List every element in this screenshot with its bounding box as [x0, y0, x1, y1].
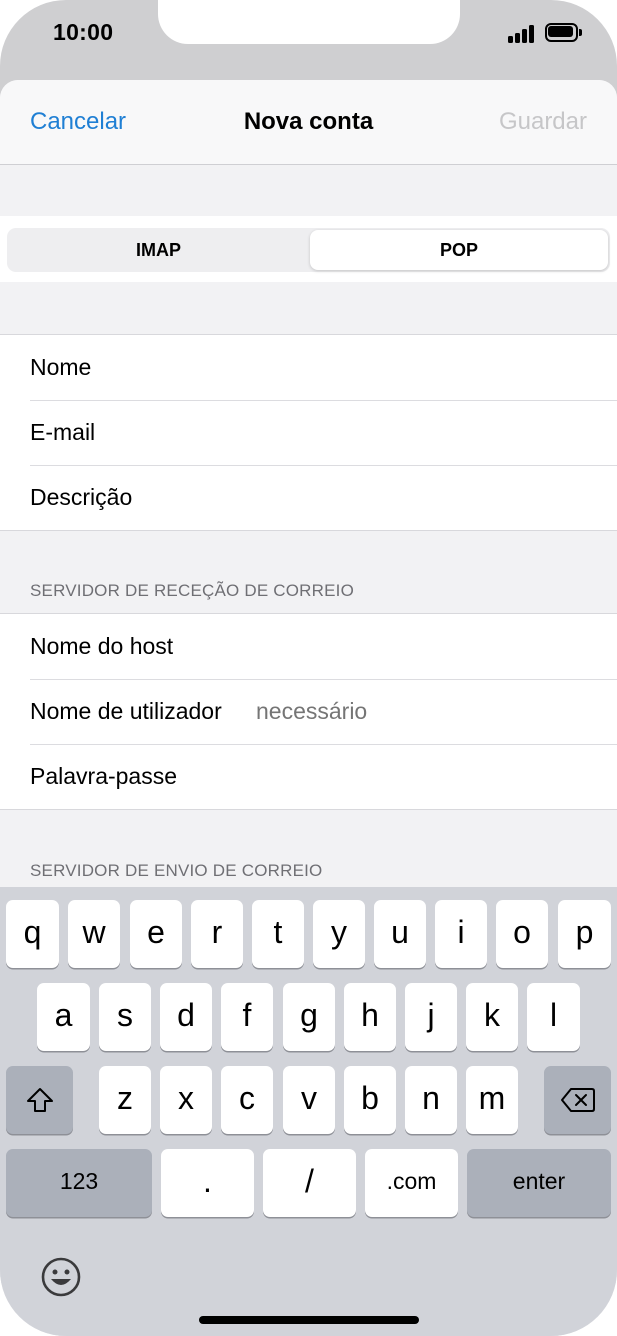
- key-l[interactable]: l: [527, 983, 580, 1051]
- hostname-row[interactable]: Nome do host: [0, 614, 617, 679]
- key-o[interactable]: o: [496, 900, 548, 968]
- battery-icon: [545, 23, 582, 42]
- key-x[interactable]: x: [160, 1066, 212, 1134]
- key-w[interactable]: w: [68, 900, 120, 968]
- email-label: E-mail: [30, 419, 96, 445]
- key-h[interactable]: h: [344, 983, 396, 1051]
- keyboard: q w e r t y u i o p a s d f g h j k l z …: [0, 887, 617, 1336]
- numbers-key[interactable]: 123: [6, 1149, 152, 1217]
- shift-key[interactable]: [6, 1066, 73, 1134]
- key-q[interactable]: q: [6, 900, 59, 968]
- dot-key[interactable]: .: [161, 1149, 254, 1217]
- password-row[interactable]: Palavra-passe: [0, 744, 617, 809]
- segment-imap[interactable]: IMAP: [9, 230, 308, 270]
- notch: [158, 0, 460, 44]
- protocol-segmented-control: IMAP POP: [7, 228, 610, 272]
- key-n[interactable]: n: [405, 1066, 457, 1134]
- key-e[interactable]: e: [130, 900, 182, 968]
- key-y[interactable]: y: [313, 900, 365, 968]
- shift-icon: [26, 1088, 53, 1112]
- key-z[interactable]: z: [99, 1066, 151, 1134]
- enter-key[interactable]: enter: [467, 1149, 611, 1217]
- save-button[interactable]: Guardar: [499, 108, 587, 136]
- home-indicator[interactable]: [199, 1316, 419, 1324]
- name-label: Nome: [30, 354, 92, 380]
- key-f[interactable]: f: [221, 983, 273, 1051]
- key-m[interactable]: m: [466, 1066, 518, 1134]
- key-a[interactable]: a: [37, 983, 90, 1051]
- dotcom-key[interactable]: .com: [365, 1149, 458, 1217]
- slash-key[interactable]: /: [263, 1149, 356, 1217]
- backspace-key[interactable]: [544, 1066, 611, 1134]
- key-t[interactable]: t: [252, 900, 304, 968]
- username-input[interactable]: [256, 698, 586, 725]
- key-c[interactable]: c: [221, 1066, 273, 1134]
- key-u[interactable]: u: [374, 900, 426, 968]
- emoji-icon[interactable]: [40, 1256, 82, 1298]
- key-d[interactable]: d: [160, 983, 212, 1051]
- nav-bar: Cancelar Nova conta Guardar: [0, 80, 617, 165]
- incoming-server-group: Nome do host Nome de utilizador Palavra-…: [0, 613, 617, 810]
- hostname-label: Nome do host: [30, 633, 174, 659]
- username-row[interactable]: Nome de utilizador: [0, 679, 617, 744]
- key-r[interactable]: r: [191, 900, 243, 968]
- email-row[interactable]: E-mail: [0, 400, 617, 465]
- outgoing-server-header: SERVIDOR DE ENVIO DE CORREIO: [30, 861, 323, 880]
- status-time: 10:00: [53, 19, 114, 45]
- key-j[interactable]: j: [405, 983, 457, 1051]
- signal-icon: [508, 25, 538, 43]
- phone-frame: 10:00 Cancelar Nova conta Guardar IMAP P…: [0, 0, 617, 1336]
- key-i[interactable]: i: [435, 900, 487, 968]
- description-row[interactable]: Descrição: [0, 465, 617, 530]
- key-s[interactable]: s: [99, 983, 151, 1051]
- name-row[interactable]: Nome: [0, 335, 617, 400]
- username-label: Nome de utilizador: [30, 698, 222, 724]
- backspace-icon: [560, 1088, 595, 1112]
- incoming-server-header: SERVIDOR DE RECEÇÃO DE CORREIO: [30, 581, 355, 600]
- key-v[interactable]: v: [283, 1066, 335, 1134]
- key-k[interactable]: k: [466, 983, 518, 1051]
- password-label: Palavra-passe: [30, 763, 178, 789]
- segment-pop[interactable]: POP: [310, 230, 608, 270]
- description-label: Descrição: [30, 484, 133, 510]
- key-b[interactable]: b: [344, 1066, 396, 1134]
- screen: 10:00 Cancelar Nova conta Guardar IMAP P…: [0, 0, 617, 1336]
- key-p[interactable]: p: [558, 900, 611, 968]
- key-g[interactable]: g: [283, 983, 335, 1051]
- protocol-selector-area: IMAP POP: [0, 216, 617, 282]
- account-fields-group: Nome E-mail Descrição: [0, 334, 617, 531]
